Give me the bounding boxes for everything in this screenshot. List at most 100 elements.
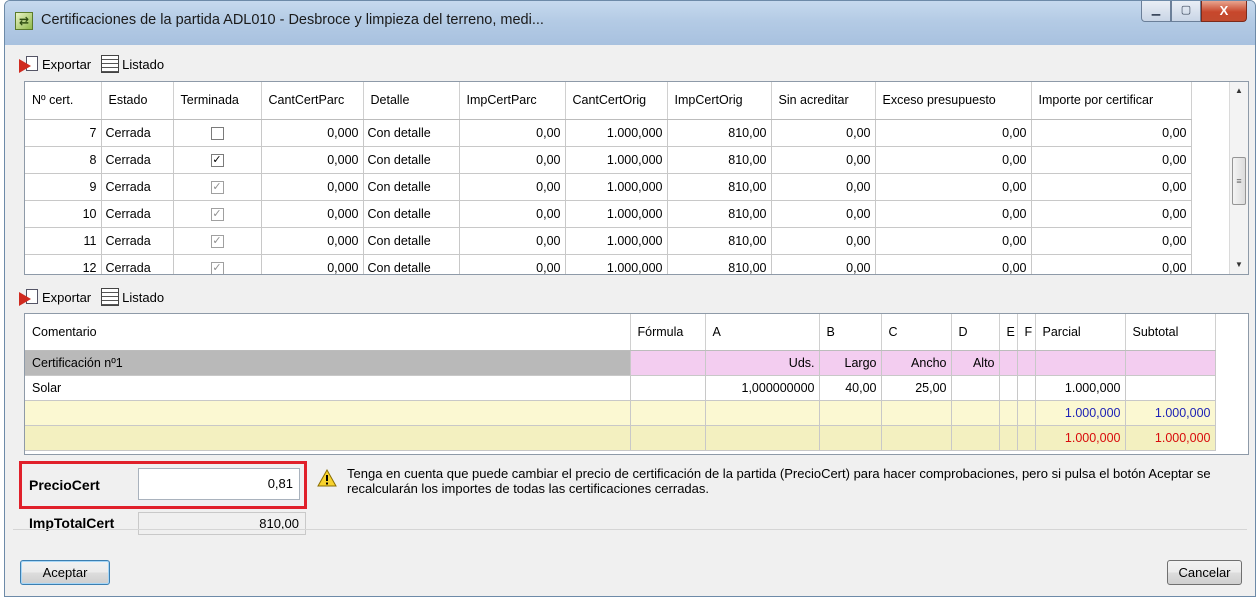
finished-checkbox-cell[interactable]: ✓ — [173, 254, 262, 274]
col-header[interactable]: A — [705, 314, 820, 351]
unaccredited-cell[interactable]: 0,00 — [771, 173, 876, 201]
imp-cert-orig-cell[interactable]: 810,00 — [667, 146, 772, 174]
partial-cell[interactable]: 1.000,000 — [1035, 375, 1126, 401]
col-header[interactable]: C — [881, 314, 952, 351]
unaccredited-cell[interactable]: 0,00 — [771, 227, 876, 255]
status-cell[interactable]: Cerrada — [101, 200, 174, 228]
col-header[interactable]: ImpCertOrig — [667, 82, 772, 120]
maximize-icon[interactable]: ▢ — [1171, 1, 1201, 22]
col-header[interactable]: Importe por certificar — [1031, 82, 1192, 120]
cert-number-cell[interactable]: 11 — [25, 227, 102, 255]
unaccredited-cell[interactable]: 0,00 — [771, 254, 876, 274]
col-header[interactable]: Fórmula — [630, 314, 706, 351]
vertical-scrollbar[interactable]: ▲ ≡ ▼ — [1229, 82, 1248, 274]
imp-cert-parc-cell[interactable]: 0,00 — [459, 227, 566, 255]
imp-cert-orig-cell[interactable]: 810,00 — [667, 119, 772, 147]
finished-checkbox[interactable]: ✓ — [210, 261, 224, 274]
imp-cert-parc-cell[interactable]: 0,00 — [459, 173, 566, 201]
close-icon[interactable]: X — [1201, 1, 1247, 22]
comment-cell[interactable] — [25, 425, 631, 451]
col-header[interactable]: Detalle — [363, 82, 460, 120]
comment-cell[interactable]: Solar — [25, 375, 631, 401]
pending-amount-cell[interactable]: 0,00 — [1031, 119, 1192, 147]
detail-cell[interactable]: Con detalle — [363, 119, 460, 147]
status-cell[interactable]: Cerrada — [101, 227, 174, 255]
partial-cell[interactable]: 1.000,000 — [1035, 400, 1126, 426]
finished-checkbox[interactable]: ✓ — [210, 153, 224, 167]
table-row[interactable]: 1.000,000 1.000,000 — [25, 400, 1216, 426]
detail-cell[interactable]: Con detalle — [363, 173, 460, 201]
partial-cell[interactable] — [1035, 350, 1126, 376]
cell-a[interactable] — [705, 425, 820, 451]
cell-a[interactable] — [705, 400, 820, 426]
col-header[interactable]: E — [999, 314, 1018, 351]
cell-b[interactable]: Largo — [819, 350, 882, 376]
subtotal-cell[interactable]: 1.000,000 — [1125, 400, 1216, 426]
pending-amount-cell[interactable]: 0,00 — [1031, 200, 1192, 228]
finished-checkbox-cell[interactable]: ✓ — [173, 227, 262, 255]
subtotal-cell[interactable]: 1.000,000 — [1125, 425, 1216, 451]
cell-e[interactable] — [999, 425, 1018, 451]
scroll-thumb[interactable]: ≡ — [1232, 157, 1246, 205]
cell-d[interactable] — [951, 375, 1000, 401]
cell-c[interactable]: 25,00 — [881, 375, 952, 401]
col-header[interactable]: ImpCertParc — [459, 82, 566, 120]
cell-c[interactable]: Ancho — [881, 350, 952, 376]
cell-e[interactable] — [999, 375, 1018, 401]
col-header[interactable]: Nº cert. — [25, 82, 102, 120]
imp-cert-parc-cell[interactable]: 0,00 — [459, 146, 566, 174]
imp-cert-orig-cell[interactable]: 810,00 — [667, 173, 772, 201]
cell-b[interactable] — [819, 425, 882, 451]
budget-excess-cell[interactable]: 0,00 — [875, 200, 1032, 228]
cell-f[interactable] — [1017, 350, 1036, 376]
cell-e[interactable] — [999, 400, 1018, 426]
status-cell[interactable]: Cerrada — [101, 119, 174, 147]
table-row[interactable]: 8 Cerrada ✓ 0,000 Con detalle 0,00 1.000,000 81… — [25, 146, 1192, 174]
pending-amount-cell[interactable]: 0,00 — [1031, 227, 1192, 255]
cell-c[interactable] — [881, 425, 952, 451]
cant-cert-orig-cell[interactable]: 1.000,000 — [565, 254, 668, 274]
cant-cert-parc-cell[interactable]: 0,000 — [261, 119, 364, 147]
list-button[interactable]: Listado — [95, 55, 164, 73]
cell-d[interactable] — [951, 400, 1000, 426]
cant-cert-parc-cell[interactable]: 0,000 — [261, 200, 364, 228]
cant-cert-orig-cell[interactable]: 1.000,000 — [565, 119, 668, 147]
imp-cert-orig-cell[interactable]: 810,00 — [667, 254, 772, 274]
cell-a[interactable]: Uds. — [705, 350, 820, 376]
cell-d[interactable] — [951, 425, 1000, 451]
col-header[interactable]: Subtotal — [1125, 314, 1216, 351]
cert-number-cell[interactable]: 7 — [25, 119, 102, 147]
unaccredited-cell[interactable]: 0,00 — [771, 146, 876, 174]
finished-checkbox-cell[interactable]: ✓ — [173, 146, 262, 174]
cell-f[interactable] — [1017, 400, 1036, 426]
export-button[interactable]: Exportar — [19, 288, 91, 306]
table-row[interactable]: Certificación nº1 Uds. Largo Ancho Alto — [25, 350, 1216, 376]
table-row[interactable]: 7 Cerrada 0,000 Con detalle 0,00 1.000,000 810… — [25, 119, 1192, 147]
detail-cell[interactable]: Con detalle — [363, 254, 460, 274]
cell-e[interactable] — [999, 350, 1018, 376]
cell-b[interactable] — [819, 400, 882, 426]
col-header[interactable]: CantCertOrig — [565, 82, 668, 120]
finished-checkbox[interactable]: ✓ — [210, 207, 224, 221]
budget-excess-cell[interactable]: 0,00 — [875, 227, 1032, 255]
finished-checkbox[interactable]: ✓ — [210, 234, 224, 248]
cant-cert-orig-cell[interactable]: 1.000,000 — [565, 173, 668, 201]
accept-button[interactable]: Aceptar — [20, 560, 110, 585]
cant-cert-parc-cell[interactable]: 0,000 — [261, 227, 364, 255]
col-header[interactable]: Sin acreditar — [771, 82, 876, 120]
cell-f[interactable] — [1017, 375, 1036, 401]
formula-cell[interactable] — [630, 350, 706, 376]
finished-checkbox[interactable]: ✓ — [210, 180, 224, 194]
finished-checkbox-cell[interactable]: ✓ — [173, 200, 262, 228]
pending-amount-cell[interactable]: 0,00 — [1031, 173, 1192, 201]
title-bar[interactable]: ⇄ Certificaciones de la partida ADL010 -… — [5, 1, 1255, 45]
cell-f[interactable] — [1017, 425, 1036, 451]
col-header[interactable]: Terminada — [173, 82, 262, 120]
col-header[interactable]: CantCertParc — [261, 82, 364, 120]
formula-cell[interactable] — [630, 425, 706, 451]
cert-number-cell[interactable]: 10 — [25, 200, 102, 228]
comment-cell[interactable]: Certificación nº1 — [25, 350, 631, 376]
status-cell[interactable]: Cerrada — [101, 254, 174, 274]
col-header[interactable]: D — [951, 314, 1000, 351]
finished-checkbox[interactable] — [210, 126, 224, 140]
